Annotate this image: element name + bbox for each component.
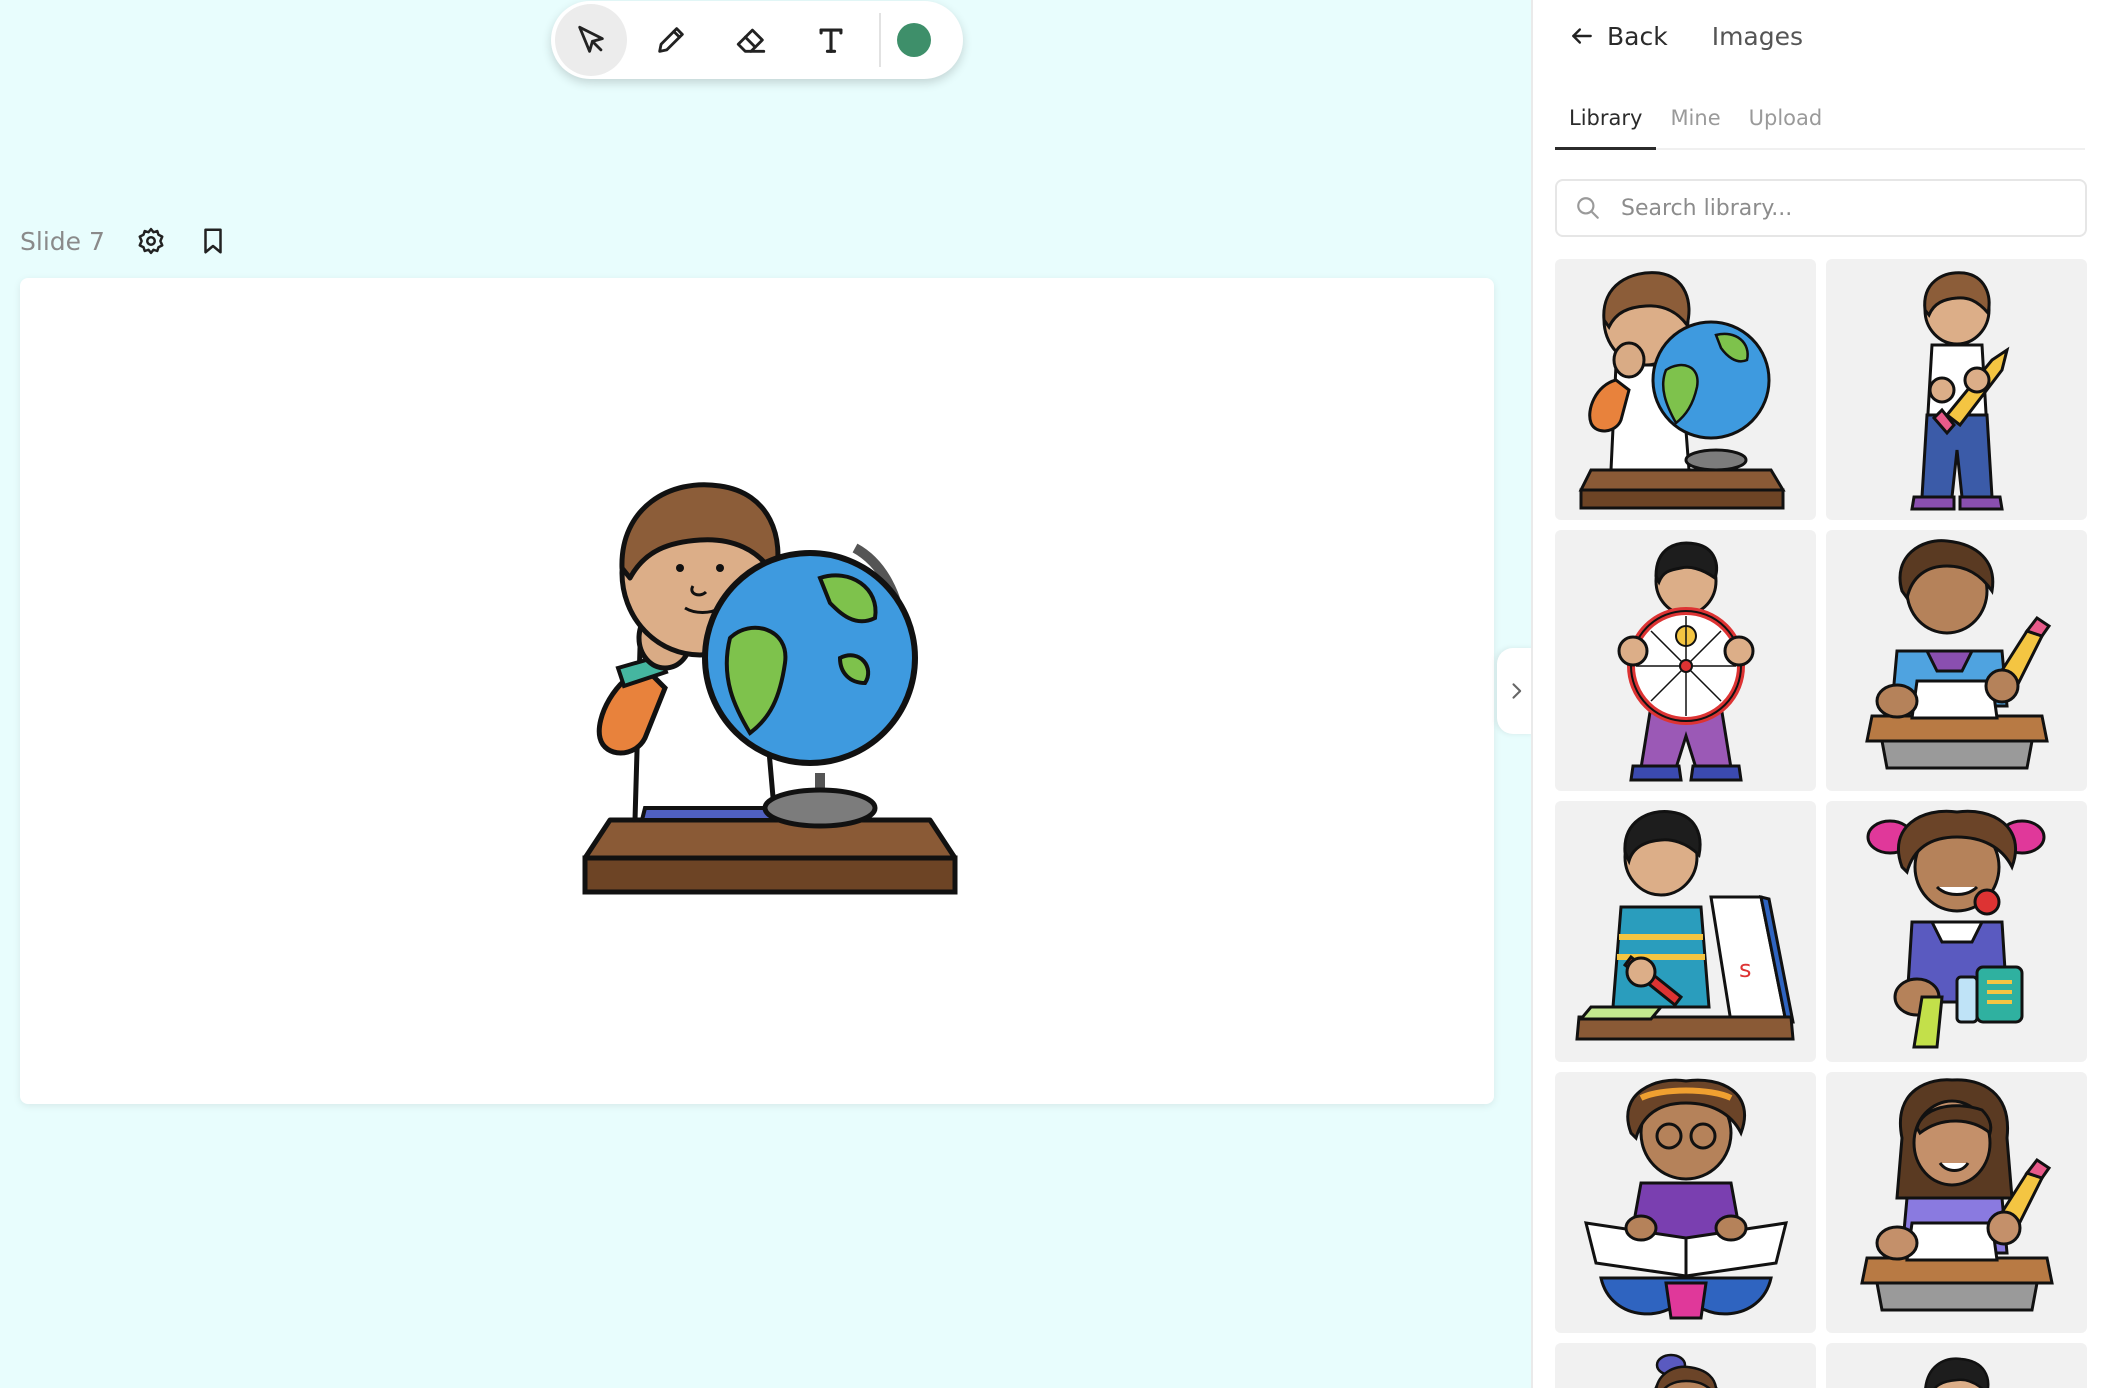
pen-tool-button[interactable]: [635, 4, 707, 76]
boy-with-globe-clipart[interactable]: [570, 468, 960, 928]
slide-bookmark-button[interactable]: [197, 225, 229, 257]
eraser-tool-button[interactable]: [715, 4, 787, 76]
color-picker-button[interactable]: [897, 23, 931, 57]
tab-library[interactable]: Library: [1555, 98, 1657, 150]
text-T-icon: [819, 28, 843, 53]
image-thumbnail[interactable]: [1555, 1343, 1816, 1388]
gear-icon: [138, 227, 164, 255]
boy-with-weather-wheel-clipart: [1617, 541, 1754, 781]
image-grid: s: [1555, 259, 2087, 1388]
girl-with-lunchbox-clipart: [1866, 809, 2045, 1048]
panel-header: Back Images: [1569, 16, 1803, 56]
tab-upload[interactable]: Upload: [1735, 98, 1837, 150]
image-thumbnail[interactable]: [1555, 1072, 1816, 1333]
back-label: Back: [1607, 21, 1668, 51]
slide-canvas[interactable]: [20, 278, 1494, 1104]
boy-writing-at-desk-clipart: s: [1574, 809, 1795, 1040]
girl-writing-at-desk-clipart: [1864, 538, 2051, 769]
girl-reading-book-clipart: [1583, 1078, 1788, 1319]
cursor-arrow-icon: [578, 25, 604, 53]
image-thumbnail[interactable]: [1826, 259, 2087, 520]
select-tool-button[interactable]: [555, 4, 627, 76]
tab-mine[interactable]: Mine: [1656, 98, 1734, 150]
library-search: [1555, 179, 2087, 237]
girl-with-bow-clipart: [1654, 1353, 1717, 1388]
image-thumbnail[interactable]: [1555, 530, 1816, 791]
back-button[interactable]: Back: [1569, 22, 1668, 51]
drawing-toolbar: [551, 1, 963, 79]
boy-with-globe-clipart: [1578, 270, 1786, 509]
image-thumbnail[interactable]: [1826, 1343, 2087, 1388]
image-thumbnail[interactable]: s: [1555, 801, 1816, 1062]
slide-label: Slide 7: [20, 226, 105, 256]
slide-header: Slide 7: [20, 221, 259, 261]
text-tool-button[interactable]: [795, 4, 867, 76]
boy-with-dark-hair-clipart: [1923, 1357, 1989, 1388]
girl-with-pencil-at-desk-clipart: [1859, 1077, 2054, 1311]
image-thumbnail[interactable]: [1826, 801, 2087, 1062]
slide-settings-button[interactable]: [135, 225, 167, 257]
eraser-icon: [736, 28, 766, 53]
image-thumbnail[interactable]: [1555, 259, 1816, 520]
search-input[interactable]: [1621, 195, 2041, 221]
arrow-left-icon: [1572, 28, 1592, 44]
panel-title: Images: [1711, 21, 1804, 51]
pencil-icon: [658, 27, 684, 53]
collapse-panel-button[interactable]: [1497, 648, 1535, 734]
image-thumbnail[interactable]: [1826, 530, 2087, 791]
search-icon: [1577, 197, 1599, 219]
bookmark-icon: [204, 228, 222, 254]
image-source-tabs: Library Mine Upload: [1555, 98, 2085, 150]
chevron-right-icon: [1512, 683, 1522, 699]
boy-with-pencil-clipart: [1909, 270, 2009, 510]
svg-text:s: s: [1739, 955, 1752, 983]
images-panel: Back Images Library Mine Upload Search l…: [1531, 0, 2104, 1388]
image-thumbnail[interactable]: [1826, 1072, 2087, 1333]
toolbar-divider: [879, 13, 881, 67]
